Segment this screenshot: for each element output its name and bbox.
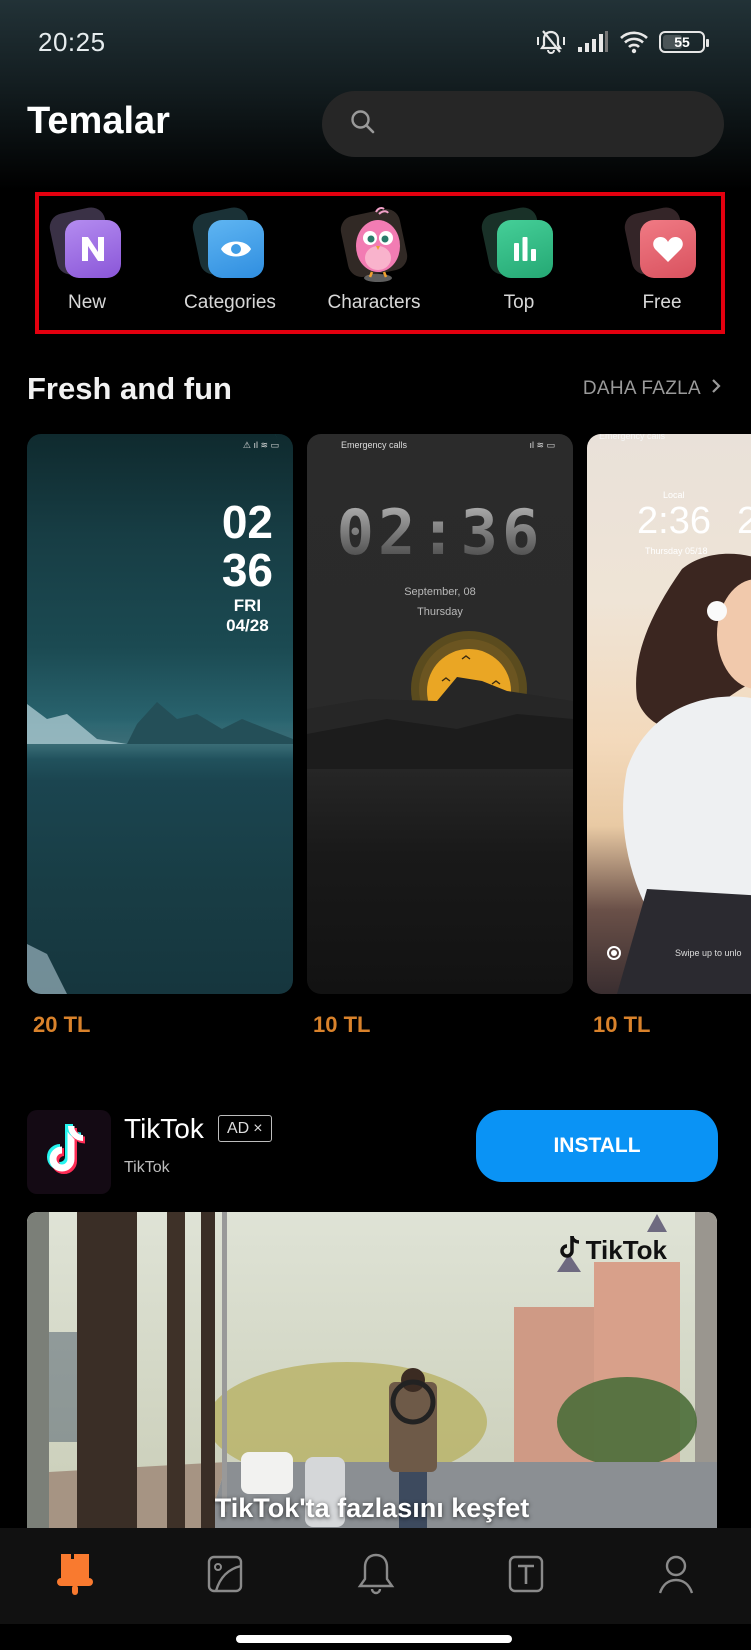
quick-nav-label: Categories <box>184 292 276 313</box>
battery-percent: 55 <box>674 34 690 50</box>
more-link-label: DAHA FAZLA <box>582 378 701 399</box>
chevron-right-icon <box>711 378 721 400</box>
install-button[interactable]: INSTALL <box>476 1110 718 1182</box>
theme-price: 20 TL <box>33 1012 91 1037</box>
status-icons: 55 <box>535 28 709 56</box>
eye-icon <box>208 220 264 278</box>
preview-status-icons: ıl ≋ ▭ <box>529 440 555 450</box>
ad-publisher: TikTok <box>124 1159 170 1176</box>
home-indicator[interactable] <box>236 1635 512 1643</box>
theme-price: 10 TL <box>593 1012 651 1037</box>
preview-status-text: Emergency calls <box>599 434 666 441</box>
quick-nav-top[interactable]: Top <box>459 204 579 326</box>
vibrate-mute-icon <box>535 28 567 56</box>
theme-preview: Emergency calls Local 2:36 2 Thursday 05… <box>587 434 751 994</box>
ad-badge-label: AD <box>227 1119 250 1137</box>
quick-nav-characters[interactable]: Characters <box>314 206 434 326</box>
quick-nav-categories[interactable]: Categories <box>170 204 290 326</box>
search-icon <box>350 109 376 140</box>
bar-chart-icon <box>497 220 553 278</box>
theme-card[interactable]: Emergency calls ıl ≋ ▭ 02:36 September, … <box>307 434 573 1037</box>
status-time: 20:25 <box>38 27 106 57</box>
search-bar[interactable] <box>322 91 724 157</box>
nav-themes[interactable] <box>0 1528 150 1624</box>
quick-nav-label: New <box>67 292 106 313</box>
quick-nav-label: Free <box>642 292 682 313</box>
theme-preview: Emergency calls ıl ≋ ▭ 02:36 September, … <box>307 434 573 994</box>
pink-bird-character-icon <box>346 206 410 284</box>
preview-city: Local <box>663 490 685 500</box>
ad-video[interactable]: TikTok TikTok'ta fazlasını keşfet <box>27 1212 717 1528</box>
preview-clock: 02:36 <box>307 496 573 569</box>
search-input[interactable] <box>390 112 690 136</box>
status-bar: 20:25 55 <box>0 0 751 84</box>
battery-icon: 55 <box>659 31 709 53</box>
wifi-icon <box>619 30 649 54</box>
heart-icon <box>640 220 696 278</box>
tiktok-logo-icon <box>42 1120 96 1185</box>
nav-profile[interactable] <box>601 1528 751 1624</box>
ad-app-name: TikTok <box>124 1113 204 1144</box>
ad-media-logo-text: TikTok <box>585 1235 667 1265</box>
theme-price: 10 TL <box>313 1012 371 1037</box>
tiktok-logo-icon <box>559 1234 582 1267</box>
quick-nav-label: Characters <box>327 292 421 313</box>
theme-carousel[interactable]: ⚠ ıl ≋ ▭ 02 36 FRI 04/28 20 TL Emergency… <box>27 434 751 1054</box>
preview-status-icons: ⚠ ıl ≋ ▭ <box>242 440 279 450</box>
page-title: Temalar <box>27 100 170 142</box>
ad-badge[interactable]: AD × <box>218 1115 272 1142</box>
theme-card[interactable]: Emergency calls Local 2:36 2 Thursday 05… <box>587 434 751 1037</box>
camera-shortcut-icon <box>607 946 621 960</box>
nav-wallpapers[interactable] <box>150 1528 300 1624</box>
quick-nav-free[interactable]: Free <box>602 204 722 326</box>
theme-card[interactable]: ⚠ ıl ≋ ▭ 02 36 FRI 04/28 20 TL <box>27 434 293 1037</box>
bottom-nav <box>0 1528 751 1624</box>
preview-status-text: Emergency calls <box>341 440 408 450</box>
signal-icon <box>577 31 609 53</box>
quick-category-nav: New Categories Characters Top Free <box>35 192 725 334</box>
ad-app-icon[interactable] <box>27 1110 111 1194</box>
close-icon[interactable]: × <box>253 1120 262 1138</box>
section-title: Fresh and fun <box>27 371 232 406</box>
wallpaper-icon <box>206 1554 244 1599</box>
font-icon <box>507 1554 545 1599</box>
nav-fonts[interactable] <box>451 1528 601 1624</box>
more-link[interactable]: DAHA FAZLA <box>583 378 721 400</box>
paintbrush-icon <box>55 1552 95 1601</box>
theme-preview: ⚠ ıl ≋ ▭ 02 36 FRI 04/28 <box>27 434 293 994</box>
preview-unlock-hint: Swipe up to unlo <box>675 948 742 958</box>
ad-caption: TikTok'ta fazlasını keşfet <box>214 1493 530 1523</box>
preview-clock: 2:36 <box>637 500 711 542</box>
quick-nav-label: Top <box>503 292 535 313</box>
preview-date: September, 08 <box>404 586 476 598</box>
ad-media-logo: TikTok <box>559 1234 667 1267</box>
bell-icon <box>357 1552 395 1601</box>
person-icon <box>657 1553 695 1600</box>
nav-ringtones[interactable] <box>300 1528 450 1624</box>
new-n-icon <box>65 220 121 278</box>
quick-nav-new[interactable]: New <box>27 204 147 326</box>
preview-clock: 02 36 FRI 04/28 <box>221 496 273 635</box>
preview-weekday: Thursday <box>417 606 463 618</box>
